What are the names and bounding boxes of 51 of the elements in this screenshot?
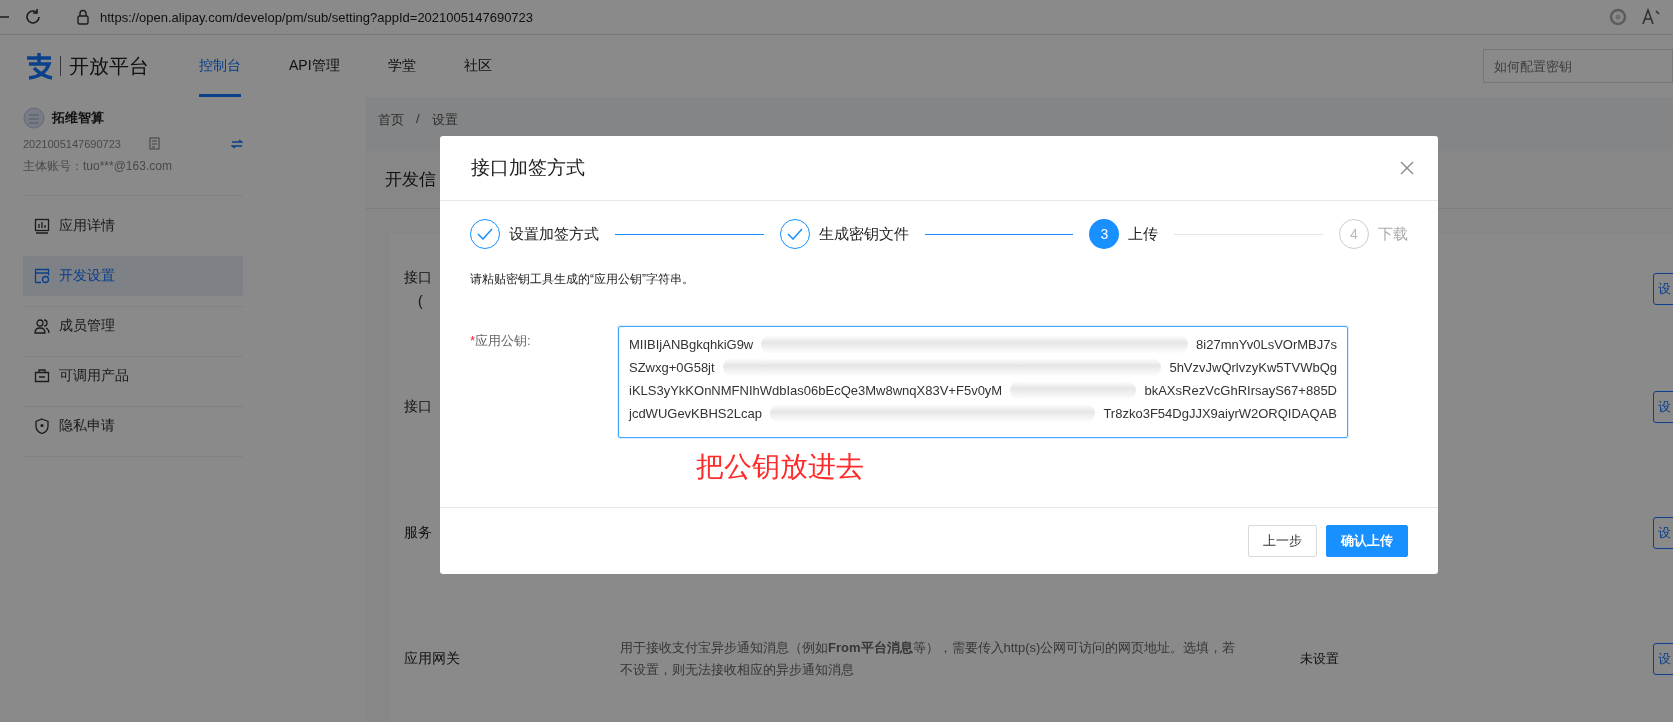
app-avatar-icon: [23, 107, 45, 129]
app-name: 拓维智算: [52, 109, 104, 127]
step-label: 生成密钥文件: [818, 224, 909, 244]
row-label: 接口: [404, 269, 432, 287]
box-icon: [34, 368, 50, 384]
app-id: 2021005147690723: [23, 137, 121, 150]
breadcrumb-item[interactable]: 首页: [378, 111, 404, 130]
breadcrumb-item: 设置: [431, 111, 458, 129]
row-label: 应用网关: [404, 650, 460, 668]
copy-icon[interactable]: [148, 137, 160, 150]
nav-tab[interactable]: 学堂: [387, 35, 416, 97]
annotation-text: 把公钥放进去: [696, 451, 864, 482]
breadcrumb-item: /: [416, 111, 420, 128]
row-label: 服务: [404, 524, 432, 542]
row-label: 接口: [404, 398, 432, 416]
modal-title: 接口加签方式: [471, 156, 585, 180]
search-field[interactable]: 如何配置密钥: [1483, 49, 1673, 83]
step-circle: 3: [1089, 219, 1120, 249]
chart-icon: [34, 218, 50, 234]
nav-tab[interactable]: 社区: [463, 35, 492, 97]
logo-text[interactable]: 开放平台: [69, 52, 149, 80]
back-button[interactable]: 上一步: [1248, 525, 1317, 557]
instruction-text: 请粘贴密钥工具生成的“应用公钥”字符串。: [470, 271, 695, 288]
switch-icon[interactable]: [231, 138, 243, 149]
setting-button[interactable]: 设: [1653, 273, 1673, 305]
settings-icon: [34, 268, 50, 284]
step-label: 上传: [1128, 224, 1159, 244]
row-label: (: [417, 293, 423, 309]
setting-button[interactable]: 设: [1653, 643, 1673, 675]
step-label: 下载: [1378, 224, 1408, 244]
nav-tab[interactable]: API管理: [289, 35, 340, 97]
row-description: 用于接收支付宝异步通知消息（例如From平台消息等），需要传入http(s)公网可访问的网页地址。选填，若不设置，则无法接收相应的异步通知消息: [620, 640, 1236, 677]
field-label: *应用公钥:: [470, 332, 532, 350]
setting-button[interactable]: 设: [1653, 517, 1673, 549]
row-value: 未设置: [1300, 651, 1339, 666]
check-icon: [786, 228, 803, 240]
step-label: 设置加签方式: [509, 224, 599, 244]
check-icon: [477, 228, 493, 240]
close-icon[interactable]: [1400, 161, 1414, 175]
setting-button[interactable]: 设: [1653, 391, 1673, 423]
extension-icon[interactable]: [1609, 8, 1627, 26]
card-title: 开发信: [385, 168, 436, 191]
shield-icon: [34, 418, 50, 434]
public-key-field[interactable]: MIIBIjANBgkqhkiG9w 8i27mnYv0LsVOrMBJ7s SZwxg+0G58jt 5hVzvJwQrlvzyKw5TVWbQg iKLS3yYkKOnNMFNIhWdbIas06bEcQe3Mw8wnqX83V+F5v0yM bkAXsRezVcGhRIrsayS67+885D jcdWUGevKBHS2Lcap Tr8zko3F54DgJJX9aiyrW2ORQIDAQAB: [618, 326, 1348, 438]
reload-icon[interactable]: [24, 8, 42, 26]
lock-icon[interactable]: [76, 9, 90, 25]
address-url[interactable]: https://open.alipay.com/develop/pm/sub/setting?appId=2021005147690723: [100, 9, 534, 25]
logo-icon[interactable]: [24, 52, 54, 80]
confirm-button[interactable]: 确认上传: [1326, 525, 1408, 557]
read-aloud-icon[interactable]: [1641, 8, 1661, 26]
users-icon: [34, 318, 50, 334]
